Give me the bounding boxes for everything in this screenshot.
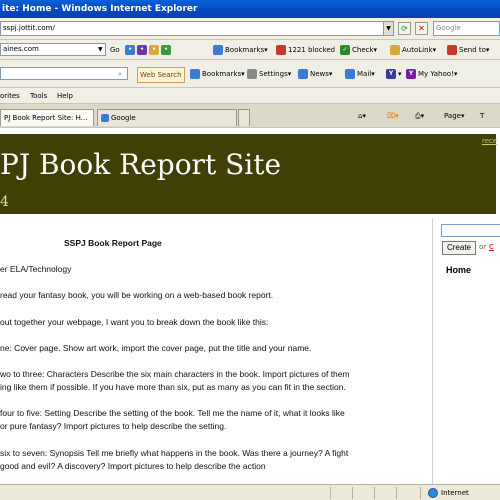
bookmark-icon: [213, 45, 223, 55]
recent-link[interactable]: rece: [482, 137, 497, 145]
menu-tools[interactable]: Tools: [30, 89, 47, 103]
page-name-input[interactable]: [441, 224, 500, 237]
blocker-icon: [276, 45, 286, 55]
article-line: four to five: Setting Describe the setti…: [0, 408, 345, 418]
grad-cap-icon[interactable]: •: [137, 45, 147, 55]
tab-strip: PJ Book Report Site: H... Google ⌂▾ ⌧▾ ⎙…: [0, 104, 500, 128]
refresh-icon[interactable]: ⟳: [398, 22, 411, 35]
mail-button[interactable]: Mail▾: [345, 67, 375, 81]
send-icon: [447, 45, 457, 55]
mail-icon: [345, 69, 355, 79]
article-line: ing like them if possible. If you have m…: [0, 382, 346, 392]
search-icon[interactable]: •: [125, 45, 135, 55]
news-button[interactable]: News▾: [298, 67, 332, 81]
address-bar-row: sspj.jottit.com/ ▼ ⟳ ✕ Google: [0, 18, 500, 40]
settings-icon: [247, 69, 257, 79]
myyahoo-button[interactable]: Y My Yahoo!▾: [406, 67, 457, 81]
settings-menu[interactable]: Settings▾: [247, 67, 291, 81]
article-heading: SSPJ Book Report Page: [64, 238, 162, 248]
page-content: PJ Book Report Site 4 rece SSPJ Book Rep…: [0, 128, 500, 484]
site-subtitle: 4: [0, 194, 9, 210]
globe-icon: [428, 488, 438, 498]
new-tab-button[interactable]: [238, 109, 250, 126]
sidebar: Create or C Home: [432, 218, 500, 484]
myyahoo-icon: Y: [406, 69, 416, 79]
article-line: wo to three: Characters Describe the six…: [0, 369, 350, 379]
yahoo-icon: Y: [386, 69, 396, 79]
menu-favorites[interactable]: orites: [0, 89, 20, 103]
article-line: good and evil? A discovery? Import pictu…: [0, 461, 266, 471]
or-label: or: [479, 243, 487, 251]
home-icon[interactable]: ⌂▾: [358, 109, 366, 123]
web-search-button[interactable]: Web Search: [137, 67, 185, 83]
bookmarks-menu[interactable]: Bookmarks▾: [213, 43, 268, 57]
zone-label: Internet: [441, 489, 469, 497]
yahoo-toolbar: ⌕ Web Search Bookmarks▾ Settings▾ News▾ …: [0, 60, 500, 88]
links-toolbar: aines.com ▼ Go • • • • Bookmarks▾ 1221 bloc…: [0, 40, 500, 60]
google-icon[interactable]: •: [161, 45, 171, 55]
status-divider: [352, 487, 353, 499]
menu-bar: orites Tools Help: [0, 88, 500, 104]
print-icon[interactable]: ⎙▾: [415, 109, 424, 123]
sidebar-home[interactable]: Home: [446, 265, 471, 275]
tab-google[interactable]: Google: [97, 109, 237, 126]
popup-blocker[interactable]: 1221 blocked: [276, 43, 335, 57]
toolbar-icons[interactable]: • • • •: [125, 43, 173, 57]
page-menu[interactable]: Page▾: [444, 109, 464, 123]
domain-field[interactable]: aines.com: [0, 43, 106, 56]
status-divider: [374, 487, 375, 499]
sendto-button[interactable]: Send to▾: [447, 43, 489, 57]
search-input[interactable]: Google: [433, 21, 500, 36]
create-button[interactable]: Create: [442, 241, 476, 255]
address-input[interactable]: sspj.jottit.com/: [0, 21, 394, 36]
article-line: six to seven: Synopsis Tell me briefly w…: [0, 448, 349, 458]
yahoo-search-input[interactable]: [0, 67, 128, 80]
autolink-button[interactable]: AutoLink▾: [390, 43, 436, 57]
site-banner: PJ Book Report Site 4: [0, 134, 496, 214]
google-tab-icon: [101, 114, 109, 122]
status-divider: [330, 487, 331, 499]
check-button[interactable]: ✓ Check▾: [340, 43, 377, 57]
go-button[interactable]: Go: [110, 43, 120, 57]
check-icon: ✓: [340, 45, 350, 55]
status-bar: Internet: [0, 484, 500, 500]
article-line: read your fantasy book, you will be work…: [0, 290, 274, 300]
tab-book-report[interactable]: PJ Book Report Site: H...: [0, 109, 94, 126]
autolink-icon: [390, 45, 400, 55]
magnifier-icon[interactable]: ⌕: [118, 67, 122, 81]
yahoo-icon-button[interactable]: Y ▾: [386, 67, 402, 81]
article-line: er ELA/Technology: [0, 264, 72, 274]
feeds-icon[interactable]: ⌧▾: [387, 109, 399, 123]
article-line: ne: Cover page. Show art work, import th…: [0, 343, 312, 353]
star-icon[interactable]: •: [149, 45, 159, 55]
article-line: or pure fantasy? Import pictures to help…: [0, 421, 227, 431]
stop-icon[interactable]: ✕: [415, 22, 428, 35]
status-divider: [396, 487, 397, 499]
window-title: ite: Home - Windows Internet Explorer: [0, 0, 500, 18]
article-line: out together your webpage, I want you to…: [0, 317, 269, 327]
sidebar-link[interactable]: C: [489, 243, 494, 251]
bookmark-icon: [190, 69, 200, 79]
yahoo-bookmarks-menu[interactable]: Bookmarks▾: [190, 67, 245, 81]
tools-menu[interactable]: T: [480, 109, 484, 123]
news-icon: [298, 69, 308, 79]
site-title: PJ Book Report Site: [0, 148, 282, 181]
address-dropdown[interactable]: ▼: [383, 21, 394, 36]
menu-help[interactable]: Help: [57, 89, 73, 103]
status-divider: [420, 487, 421, 499]
domain-dropdown-icon[interactable]: ▼: [98, 43, 103, 57]
